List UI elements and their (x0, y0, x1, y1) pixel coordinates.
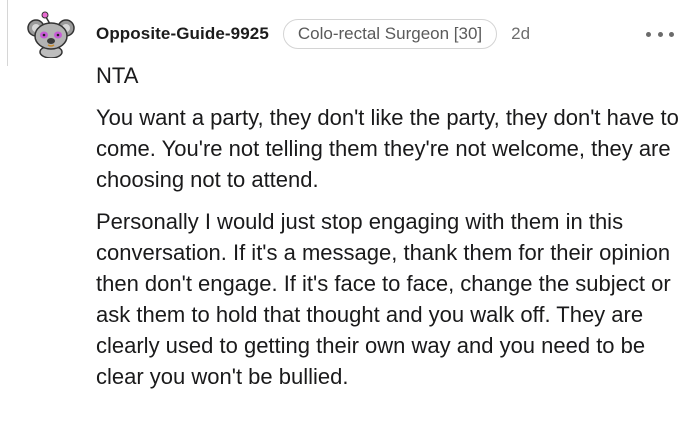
username[interactable]: Opposite-Guide-9925 (96, 24, 269, 44)
comment-paragraph: Personally I would just stop engaging wi… (96, 209, 671, 389)
timestamp[interactable]: 2d (511, 24, 530, 44)
dot (657, 31, 663, 37)
comment-paragraph: You want a party, they don't like the pa… (96, 105, 679, 192)
more-options-icon[interactable] (646, 22, 674, 46)
user-flair: Colo-rectal Surgeon [30] (282, 19, 498, 49)
dot (669, 31, 674, 37)
comment-verdict: NTA (96, 63, 139, 88)
dot (646, 31, 651, 37)
comment: Opposite-Guide-9925 Colo-rectal Surgeon … (0, 0, 700, 438)
koala-avatar-icon[interactable] (26, 10, 76, 59)
comment-body: NTA You want a party, they don't like th… (96, 60, 686, 392)
comment-header: Opposite-Guide-9925 Colo-rectal Surgeon … (96, 18, 530, 50)
